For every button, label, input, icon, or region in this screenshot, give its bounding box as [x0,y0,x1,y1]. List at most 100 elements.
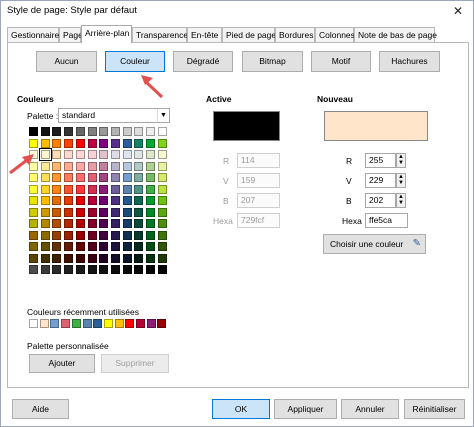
palette-swatch[interactable] [99,184,109,194]
palette-swatch[interactable] [40,219,50,228]
palette-swatch[interactable] [38,148,52,161]
palette-select[interactable]: standard ▼ [58,108,170,123]
pick-color-button[interactable]: Choisir une couleur ✎ [323,234,426,254]
palette-swatch[interactable] [122,150,132,159]
recent-color-swatch[interactable] [125,319,135,328]
palette-swatch[interactable] [134,184,144,194]
recent-color-swatch[interactable] [82,319,92,328]
palette-swatch[interactable] [52,219,62,228]
tab-bordures[interactable]: Bordures [275,27,315,42]
palette-swatch[interactable] [29,219,38,228]
palette-swatch[interactable] [87,150,97,159]
palette-swatch[interactable] [75,127,85,136]
palette-swatch[interactable] [99,265,109,274]
palette-swatch[interactable] [99,230,109,240]
palette-swatch[interactable] [52,138,62,148]
palette-swatch[interactable] [87,219,97,228]
palette-swatch[interactable] [87,138,97,148]
palette-swatch[interactable] [99,127,109,136]
palette-swatch[interactable] [110,127,120,136]
palette-swatch[interactable] [87,173,97,182]
palette-swatch[interactable] [52,161,62,171]
palette-swatch[interactable] [110,173,120,182]
palette-swatch[interactable] [52,253,62,263]
palette-swatch[interactable] [157,150,167,159]
palette-swatch[interactable] [146,207,155,217]
tab-en-tete[interactable]: En-tête [187,27,222,42]
palette-swatch[interactable] [40,138,50,148]
palette-swatch[interactable] [75,150,85,159]
palette-swatch[interactable] [99,161,109,171]
palette-swatch[interactable] [157,219,167,228]
tab-pied-de-page[interactable]: Pied de page [222,27,276,42]
palette-swatch[interactable] [157,242,167,251]
tab-arriere-plan[interactable]: Arrière-plan [81,25,132,43]
palette-swatch[interactable] [52,173,62,182]
palette-swatch[interactable] [110,230,120,240]
palette-swatch[interactable] [110,242,120,251]
palette-swatch[interactable] [146,161,155,171]
palette-swatch[interactable] [52,265,62,274]
palette-swatch[interactable] [146,150,155,159]
palette-swatch[interactable] [75,242,85,251]
palette-swatch[interactable] [122,127,132,136]
palette-swatch[interactable] [75,207,85,217]
new-b-spinner[interactable]: ▲ ▼ [396,193,406,208]
palette-swatch[interactable] [122,242,132,251]
tab-colonnes[interactable]: Colonnes [315,27,355,42]
palette-swatch[interactable] [146,138,155,148]
palette-swatch[interactable] [64,230,74,240]
palette-swatch[interactable] [40,127,50,136]
palette-swatch[interactable] [29,253,38,263]
palette-swatch[interactable] [146,127,155,136]
palette-swatch[interactable] [40,161,50,171]
palette-swatch[interactable] [87,184,97,194]
palette-swatch[interactable] [75,184,85,194]
palette-swatch[interactable] [110,196,120,205]
cancel-button[interactable]: Annuler [341,399,399,419]
fill-gradient-button[interactable]: Dégradé [173,51,233,72]
palette-swatch[interactable] [146,196,155,205]
palette-swatch[interactable] [40,230,50,240]
palette-swatch[interactable] [134,150,144,159]
palette-swatch[interactable] [52,230,62,240]
palette-swatch[interactable] [146,230,155,240]
palette-swatch[interactable] [87,207,97,217]
palette-swatch[interactable] [75,173,85,182]
palette-swatch[interactable] [75,196,85,205]
palette-swatch[interactable] [122,173,132,182]
palette-swatch[interactable] [75,219,85,228]
palette-swatch[interactable] [64,161,74,171]
help-button[interactable]: Aide [12,399,69,419]
palette-swatch[interactable] [64,184,74,194]
palette-swatch[interactable] [64,127,74,136]
palette-swatch[interactable] [157,196,167,205]
palette-swatch[interactable] [122,207,132,217]
palette-swatch[interactable] [157,127,167,136]
tab-gestionnaire[interactable]: Gestionnaire [7,27,59,42]
palette-swatch[interactable] [157,173,167,182]
palette-swatch[interactable] [52,184,62,194]
palette-swatch[interactable] [110,207,120,217]
palette-swatch[interactable] [146,184,155,194]
recent-color-swatch[interactable] [103,319,113,328]
palette-swatch[interactable] [75,230,85,240]
palette-swatch[interactable] [146,219,155,228]
palette-swatch[interactable] [87,161,97,171]
palette-swatch[interactable] [146,173,155,182]
palette-swatch[interactable] [134,196,144,205]
palette-swatch[interactable] [99,253,109,263]
palette-swatch[interactable] [110,138,120,148]
palette-swatch[interactable] [122,265,132,274]
palette-swatch[interactable] [64,196,74,205]
palette-swatch[interactable] [40,173,50,182]
palette-swatch[interactable] [52,150,62,159]
palette-swatch[interactable] [134,219,144,228]
palette-swatch[interactable] [122,219,132,228]
palette-swatch[interactable] [134,242,144,251]
palette-swatch[interactable] [146,242,155,251]
palette-swatch[interactable] [52,207,62,217]
palette-swatch[interactable] [29,230,38,240]
recent-color-swatch[interactable] [39,319,49,328]
palette-swatch[interactable] [122,161,132,171]
